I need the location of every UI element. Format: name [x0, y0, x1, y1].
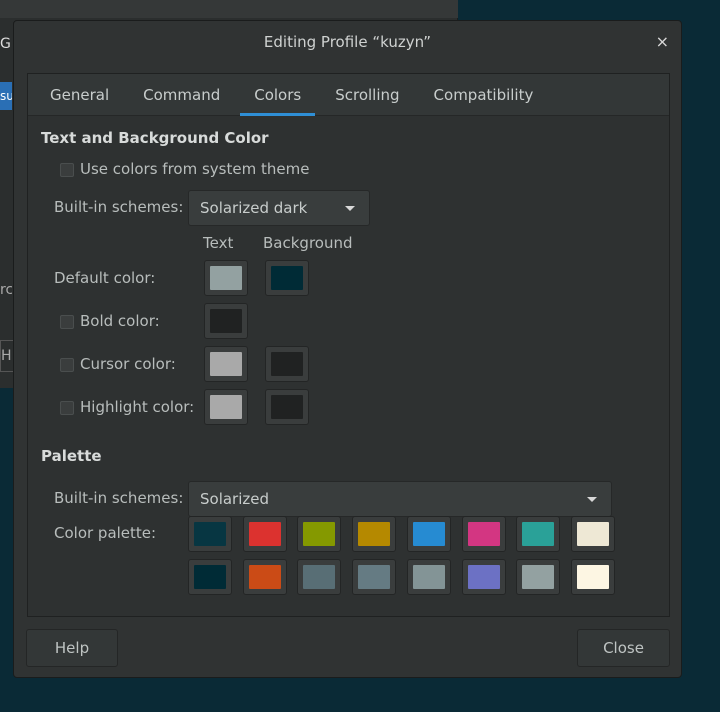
palette-color-button[interactable] [352, 516, 397, 552]
background-column-header: Background [263, 234, 353, 252]
swatch-fill [210, 395, 242, 419]
bold-color-label: Bold color: [80, 312, 160, 330]
swatch-fill [412, 522, 445, 546]
default-color-label: Default color: [54, 269, 156, 287]
default-text-color-button[interactable] [204, 260, 248, 296]
swatch-fill [248, 565, 281, 589]
swatch-fill [194, 522, 226, 546]
close-button[interactable]: Close [577, 629, 670, 667]
background-window-strip [0, 0, 458, 18]
text-bg-scheme-value: Solarized dark [200, 199, 308, 217]
cursor-bg-color-button[interactable] [265, 346, 309, 382]
dialog-titlebar: Editing Profile “kuzyn” × [14, 21, 681, 63]
swatch-fill [210, 266, 242, 290]
highlight-color-label: Highlight color: [80, 398, 195, 416]
palette-color-button[interactable] [297, 516, 342, 552]
palette-color-button[interactable] [516, 559, 561, 595]
palette-color-button[interactable] [188, 516, 232, 552]
palette-color-button[interactable] [188, 559, 232, 595]
cursor-color-label: Cursor color: [80, 355, 176, 373]
dialog-title: Editing Profile “kuzyn” [263, 33, 432, 51]
bold-color-button[interactable] [204, 303, 248, 339]
chevron-down-icon [345, 206, 355, 211]
profile-notebook: General Command Colors Scrolling Compati… [27, 73, 670, 617]
tab-general[interactable]: General [36, 74, 123, 116]
help-button[interactable]: Help [26, 629, 118, 667]
palette-color-button[interactable] [297, 559, 342, 595]
swatch-fill [358, 522, 391, 546]
swatch-fill [303, 522, 336, 546]
swatch-fill [522, 565, 555, 589]
use-system-colors-label: Use colors from system theme [80, 160, 310, 178]
swatch-fill [358, 565, 391, 589]
cursor-color-checkbox[interactable] [60, 358, 74, 372]
swatch-fill [210, 352, 242, 376]
swatch-fill [467, 522, 500, 546]
palette-builtin-schemes-label: Built-in schemes: [54, 489, 184, 507]
palette-color-button[interactable] [406, 516, 451, 552]
tab-compatibility[interactable]: Compatibility [420, 74, 548, 116]
highlight-bg-color-button[interactable] [265, 389, 309, 425]
text-bg-section-title: Text and Background Color [41, 129, 269, 147]
close-icon[interactable]: × [656, 21, 669, 63]
swatch-fill [271, 395, 303, 419]
profile-dialog: Editing Profile “kuzyn” × General Comman… [13, 20, 682, 678]
tab-scrolling[interactable]: Scrolling [321, 74, 413, 116]
palette-scheme-dropdown[interactable]: Solarized [188, 481, 612, 517]
highlight-color-checkbox[interactable] [60, 401, 74, 415]
swatch-fill [194, 565, 226, 589]
builtin-schemes-label: Built-in schemes: [54, 198, 184, 216]
tab-colors[interactable]: Colors [240, 74, 316, 116]
background-window-text-2: rc [0, 282, 12, 298]
swatch-fill [303, 565, 336, 589]
palette-color-button[interactable] [570, 559, 615, 595]
palette-section-title: Palette [41, 447, 102, 465]
swatch-fill [210, 309, 242, 333]
tab-command[interactable]: Command [129, 74, 234, 116]
highlight-text-color-button[interactable] [204, 389, 248, 425]
bold-color-checkbox[interactable] [60, 315, 74, 329]
swatch-fill [271, 352, 303, 376]
palette-color-button[interactable] [242, 559, 287, 595]
palette-scheme-value: Solarized [200, 490, 270, 508]
background-window-text: G [0, 36, 11, 52]
palette-color-button[interactable] [242, 516, 287, 552]
swatch-fill [576, 565, 609, 589]
swatch-fill [271, 266, 303, 290]
background-window-button[interactable]: su [0, 82, 12, 110]
default-bg-color-button[interactable] [265, 260, 309, 296]
palette-color-button[interactable] [570, 516, 615, 552]
use-system-colors-checkbox[interactable] [60, 163, 74, 177]
swatch-fill [412, 565, 445, 589]
palette-color-button[interactable] [461, 559, 506, 595]
chevron-down-icon [587, 497, 597, 502]
palette-color-button[interactable] [352, 559, 397, 595]
cursor-text-color-button[interactable] [204, 346, 248, 382]
color-palette-label: Color palette: [54, 524, 157, 542]
palette-color-button[interactable] [516, 516, 561, 552]
swatch-fill [576, 522, 609, 546]
palette-color-button[interactable] [461, 516, 506, 552]
tab-bar: General Command Colors Scrolling Compati… [28, 74, 669, 116]
palette-color-button[interactable] [406, 559, 451, 595]
text-column-header: Text [203, 234, 234, 252]
swatch-fill [248, 522, 281, 546]
text-bg-scheme-dropdown[interactable]: Solarized dark [188, 190, 370, 226]
swatch-fill [467, 565, 500, 589]
swatch-fill [522, 522, 555, 546]
background-window-button-2[interactable]: H [0, 340, 14, 372]
